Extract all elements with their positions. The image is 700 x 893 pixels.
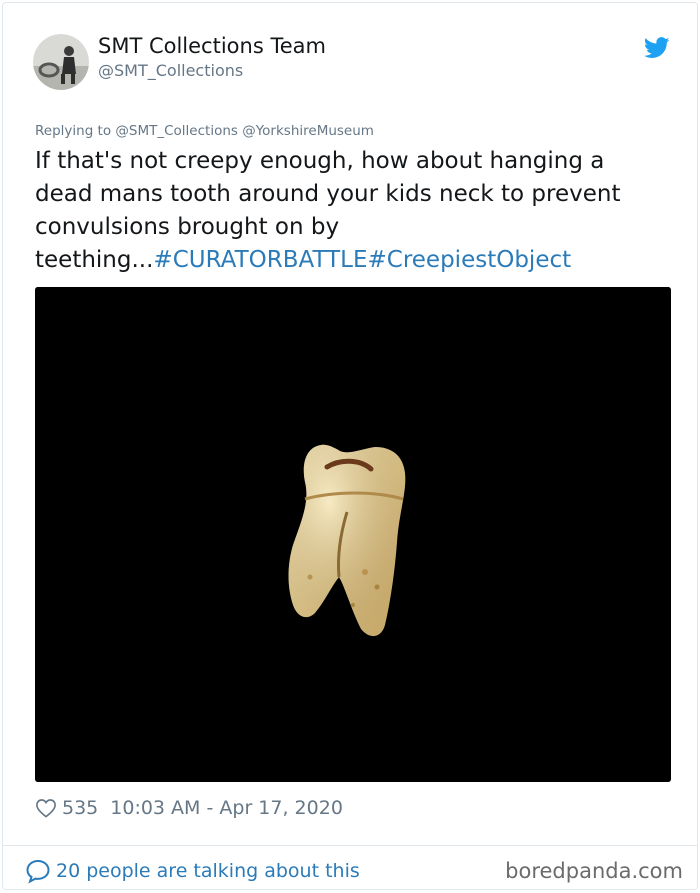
author-handle[interactable]: @SMT_Collections bbox=[98, 61, 243, 80]
twitter-bird-icon[interactable] bbox=[644, 37, 670, 59]
hashtag-link[interactable]: #CURATORBATTLE bbox=[153, 247, 367, 273]
tweet-text-line: convulsions brought on by bbox=[35, 214, 340, 240]
like-count[interactable]: 535 bbox=[62, 797, 98, 819]
tooth-photo bbox=[35, 287, 671, 782]
tweet-text-line: teething...#CURATORBATTLE#CreepiestObjec… bbox=[35, 244, 675, 277]
conversation-label[interactable]: 20 people are talking about this bbox=[56, 860, 360, 882]
tweet-image[interactable] bbox=[35, 287, 671, 782]
tweet-meta: 535 10:03 AM - Apr 17, 2020 bbox=[35, 793, 343, 823]
author-name[interactable]: SMT Collections Team bbox=[98, 34, 326, 58]
divider bbox=[3, 845, 697, 846]
hashtag-link[interactable]: #CreepiestObject bbox=[368, 247, 572, 273]
tweet-text: If that's not creepy enough, how about h… bbox=[35, 145, 675, 277]
tweet-text-fragment: teething... bbox=[35, 247, 154, 273]
heart-icon[interactable] bbox=[35, 798, 57, 818]
tweet-text-line: If that's not creepy enough, how about h… bbox=[35, 148, 605, 174]
timestamp[interactable]: 10:03 AM - Apr 17, 2020 bbox=[110, 797, 343, 819]
conversation-link[interactable]: 20 people are talking about this bbox=[25, 856, 360, 886]
watermark: boredpanda.com bbox=[505, 859, 683, 883]
tweet-text-line: dead mans tooth around your kids neck to… bbox=[35, 181, 621, 207]
replying-to: Replying to @SMT_Collections @YorkshireM… bbox=[35, 123, 374, 139]
speech-bubble-icon bbox=[26, 859, 50, 884]
tweet-card: SMT Collections Team @SMT_Collections Re… bbox=[2, 2, 698, 890]
avatar[interactable] bbox=[33, 34, 89, 90]
